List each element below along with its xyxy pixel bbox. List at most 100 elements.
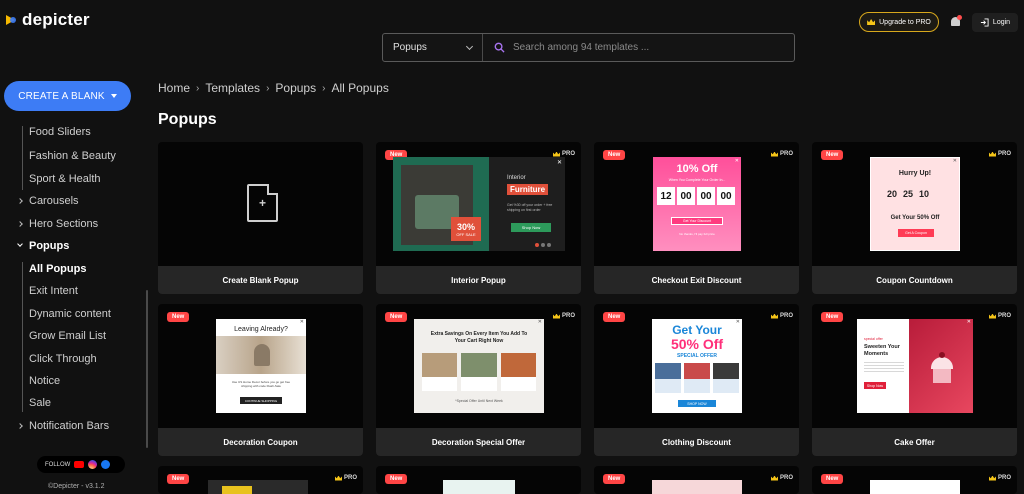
template-card-title: Create Blank Popup [158, 266, 363, 294]
template-card-decoration-special-offer[interactable]: New PRO Extra Savings On Every Item You … [376, 304, 581, 456]
template-card-coupon-countdown[interactable]: New PRO Hurry Up! 20 25 10 Get Your 50% … [812, 142, 1017, 294]
countdown-segment: 00 [677, 187, 695, 205]
template-card-cake-offer[interactable]: New PRO special offer Sweeten Your Momen… [812, 304, 1017, 456]
close-icon: ✕ [966, 319, 971, 325]
sidebar-item-label: Fashion & Beauty [29, 150, 116, 162]
template-preview: 30% OFF SALE Interior Furniture Get %30 … [393, 157, 565, 251]
sidebar-scrollbar[interactable] [146, 290, 148, 448]
pro-badge-label: PRO [997, 151, 1011, 157]
sidebar-item-food-sliders[interactable]: Food Sliders [29, 126, 91, 138]
chevron-right-icon [17, 221, 23, 227]
login-button[interactable]: Login [972, 13, 1018, 32]
new-badge: New [385, 312, 408, 322]
template-preview [870, 480, 960, 494]
template-card-partial[interactable]: New PRO [594, 466, 799, 494]
sidebar-item-label: Sale [29, 397, 52, 409]
pro-badge-label: PRO [561, 313, 575, 319]
breadcrumb-all-popups: All Popups [331, 81, 389, 95]
sidebar-item-sale[interactable]: Sale [29, 397, 51, 409]
template-card-partial[interactable]: New PRO [812, 466, 1017, 494]
sidebar-item-click-through[interactable]: Click Through [29, 353, 97, 365]
preview-subheading: SPECIAL OFFER [677, 353, 717, 359]
breadcrumb-templates[interactable]: Templates [205, 81, 260, 95]
new-badge: New [385, 474, 408, 484]
sidebar-item-label: Hero Sections [29, 218, 99, 230]
template-card-clothing-discount[interactable]: New PRO Get Your 50% Off SPECIAL OFFER S… [594, 304, 799, 456]
new-badge: New [821, 474, 844, 484]
template-preview [443, 480, 515, 494]
sidebar-item-label: All Popups [29, 263, 87, 275]
template-preview: Get Your 50% Off SPECIAL OFFER SHOP NOW … [652, 319, 742, 413]
template-card-decoration-coupon[interactable]: New Leaving Already? Use US Home Decor b… [158, 304, 363, 456]
preview-cta: Get A Coupon [898, 229, 934, 237]
breadcrumb-separator-icon: › [322, 82, 326, 94]
preview-image: 30% OFF SALE [393, 157, 489, 251]
sidebar-item-fashion-beauty[interactable]: Fashion & Beauty [29, 150, 116, 162]
facebook-icon[interactable] [101, 460, 111, 469]
preview-subheading: When You Complete Your Order In... [668, 178, 726, 182]
pro-badge-label: PRO [779, 475, 793, 481]
template-card-create-blank[interactable]: + Create Blank Popup [158, 142, 363, 294]
sidebar-item-grow-email-list[interactable]: Grow Email List [29, 330, 106, 342]
preview-cta: Shop Now [511, 223, 551, 232]
sidebar-item-sport-health[interactable]: Sport & Health [29, 173, 101, 185]
template-search-bar: Popups [382, 33, 795, 62]
close-icon: ✕ [735, 319, 740, 325]
preview-products [655, 363, 739, 393]
instagram-icon[interactable] [88, 460, 98, 469]
tree-guide-line [22, 262, 23, 412]
preview-decline-link: No thanks, I'll pay full price [679, 232, 715, 236]
breadcrumb-home[interactable]: Home [158, 81, 190, 95]
breadcrumb: Home › Templates › Popups › All Popups [158, 81, 389, 95]
sidebar-item-all-popups[interactable]: All Popups [29, 263, 86, 275]
sidebar-item-label: Carousels [29, 195, 79, 207]
follow-label: FOLLOW [45, 461, 71, 468]
template-card-title: Cake Offer [812, 428, 1017, 456]
pro-badge: PRO [770, 151, 793, 157]
sidebar-item-notification-bars[interactable]: Notification Bars [17, 420, 109, 432]
countdown-segment: 00 [717, 187, 735, 205]
preview-cta: CONTINUE SHOPPING [240, 397, 282, 404]
notifications-button[interactable] [950, 15, 962, 29]
template-card-partial[interactable]: New PRO [158, 466, 363, 494]
close-icon: ✕ [734, 158, 739, 164]
pro-badge-label: PRO [779, 313, 793, 319]
countdown-segment: 20 [887, 189, 898, 199]
preview-footer: *Special Offer Until Next Week [455, 399, 503, 403]
depicter-logo[interactable]: depicter [6, 10, 90, 30]
new-badge: New [821, 150, 844, 160]
template-card-checkout-exit-discount[interactable]: New PRO 10% Off When You Complete Your O… [594, 142, 799, 294]
preview-heading: Sweeten Your Moments [864, 344, 900, 357]
sidebar-item-label: Sport & Health [29, 173, 101, 185]
create-blank-button[interactable]: CREATE A BLANK [4, 81, 131, 111]
sidebar-item-popups[interactable]: Popups [17, 240, 70, 252]
sidebar-item-label: Food Sliders [29, 126, 91, 138]
sidebar-item-hero-sections[interactable]: Hero Sections [17, 218, 99, 230]
new-badge: New [603, 150, 626, 160]
category-select[interactable]: Popups [383, 34, 483, 61]
template-card-partial[interactable]: New [376, 466, 581, 494]
preview-offer: Get Your 50% Off [890, 215, 940, 221]
preview-heading: 10% Off [676, 163, 718, 175]
template-card-title: Checkout Exit Discount [594, 266, 799, 294]
sidebar-item-carousels[interactable]: Carousels [17, 195, 79, 207]
sidebar-item-dynamic-content[interactable]: Dynamic content [29, 308, 111, 320]
preview-image [909, 319, 973, 413]
youtube-icon[interactable] [74, 461, 85, 468]
new-badge: New [167, 312, 190, 322]
template-card-interior-popup[interactable]: New PRO 30% OFF SALE Interior Furniture … [376, 142, 581, 294]
sidebar-item-exit-intent[interactable]: Exit Intent [29, 285, 78, 297]
preview-heading: Get Your [672, 323, 722, 337]
crown-icon [988, 475, 996, 481]
upgrade-to-pro-button[interactable]: Upgrade to PRO [859, 12, 939, 32]
chevron-down-icon [17, 241, 23, 247]
breadcrumb-popups[interactable]: Popups [275, 81, 316, 95]
new-file-icon: + [247, 184, 278, 222]
search-input[interactable] [509, 42, 794, 53]
preview-tag: special offer [864, 337, 883, 341]
sidebar-item-label: Notice [29, 375, 61, 387]
crown-icon [770, 475, 778, 481]
sidebar-item-label: Popups [29, 240, 70, 252]
sidebar-item-notice[interactable]: Notice [29, 375, 60, 387]
follow-bar: FOLLOW [37, 456, 125, 473]
